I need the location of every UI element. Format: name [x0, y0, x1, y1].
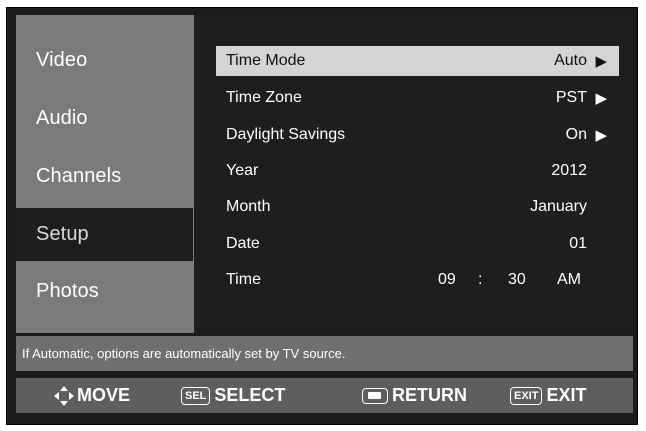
- sidebar-item-video[interactable]: Video: [16, 35, 193, 85]
- exit-hint: EXIT EXIT: [510, 378, 586, 413]
- exit-key-icon: EXIT: [510, 386, 543, 405]
- setup-content: Time Mode Auto ▶ Time Zone PST ▶ Dayligh…: [194, 15, 633, 333]
- sidebar-item-label: Photos: [36, 279, 99, 302]
- time-minute[interactable]: 30: [508, 271, 526, 289]
- year-label: Year: [226, 162, 259, 179]
- select-hint: SEL SELECT: [181, 378, 285, 413]
- move-label: MOVE: [77, 385, 131, 405]
- year-row[interactable]: Year 2012: [216, 156, 619, 186]
- month-label: Month: [226, 198, 271, 215]
- date-row[interactable]: Date 01: [216, 229, 619, 259]
- time-mode-value: Auto: [554, 52, 587, 69]
- date-value: 01: [569, 235, 587, 252]
- daylight-savings-row[interactable]: Daylight Savings On ▶: [216, 120, 619, 150]
- right-arrow-icon: ▶: [595, 127, 607, 144]
- time-zone-row[interactable]: Time Zone PST ▶: [216, 83, 619, 113]
- move-hint: MOVE: [54, 378, 130, 413]
- right-arrow-icon: ▶: [595, 90, 607, 107]
- year-value: 2012: [551, 162, 587, 179]
- daylight-savings-value: On: [565, 126, 587, 143]
- dpad-move-icon: [54, 385, 74, 406]
- tv-menu-frame: Video Audio Channels Setup Photos Time M…: [6, 7, 638, 425]
- date-label: Date: [226, 235, 260, 252]
- return-key-icon: [362, 387, 388, 404]
- time-hour[interactable]: 09: [438, 271, 456, 289]
- help-bar: If Automatic, options are automatically …: [16, 336, 633, 371]
- right-arrow-icon: ▶: [595, 53, 607, 70]
- sidebar-item-setup[interactable]: Setup: [16, 208, 193, 261]
- return-label: RETURN: [392, 385, 467, 405]
- time-ampm[interactable]: AM: [557, 271, 581, 289]
- return-hint: RETURN: [362, 378, 467, 413]
- sidebar-item-channels[interactable]: Channels: [16, 151, 193, 201]
- sidebar-item-label: Audio: [36, 106, 88, 129]
- daylight-savings-label: Daylight Savings: [226, 126, 346, 143]
- time-zone-label: Time Zone: [226, 89, 302, 106]
- exit-label: EXIT: [546, 385, 587, 405]
- select-label: SELECT: [214, 385, 286, 405]
- month-row[interactable]: Month January: [216, 192, 619, 222]
- sidebar-item-label: Setup: [36, 223, 89, 245]
- month-value: January: [530, 198, 587, 215]
- time-zone-value: PST: [555, 89, 587, 106]
- sel-key-icon: SEL: [181, 386, 211, 405]
- sidebar: Video Audio Channels Setup Photos: [16, 15, 193, 333]
- time-row[interactable]: Time 09 : 30 AM: [216, 265, 619, 295]
- sidebar-item-label: Channels: [36, 164, 122, 187]
- button-legend: MOVE SEL SELECT RETURN EXIT EXIT: [16, 378, 633, 413]
- sidebar-item-audio[interactable]: Audio: [16, 93, 193, 143]
- time-label: Time: [226, 271, 261, 288]
- help-text: If Automatic, options are automatically …: [22, 346, 346, 361]
- time-mode-label: Time Mode: [226, 52, 306, 69]
- time-separator: :: [478, 271, 483, 288]
- sidebar-item-photos[interactable]: Photos: [16, 266, 193, 316]
- sidebar-item-label: Video: [36, 48, 88, 71]
- time-mode-row[interactable]: Time Mode Auto ▶: [216, 46, 619, 76]
- menu-panel: Video Audio Channels Setup Photos Time M…: [16, 15, 633, 333]
